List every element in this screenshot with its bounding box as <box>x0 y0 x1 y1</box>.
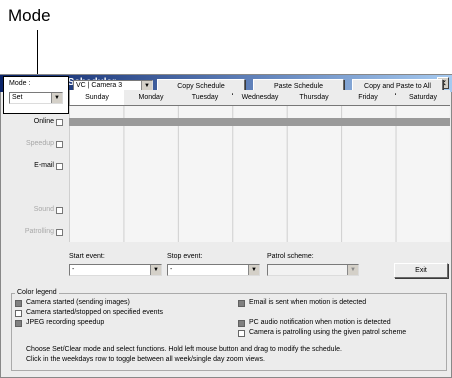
tab-wednesday[interactable]: Wednesday <box>233 90 287 105</box>
help-text-line1: Choose Set/Clear mode and select functio… <box>26 346 342 353</box>
patrol-scheme-select[interactable]: ▼ <box>267 264 359 276</box>
legend-swatch-patrolling <box>238 330 245 337</box>
start-event-label: Start event: <box>69 253 105 260</box>
stop-event-label: Stop event: <box>167 253 203 260</box>
mode-select-value: Set <box>12 94 23 101</box>
online-schedule-bar[interactable] <box>69 118 450 126</box>
camera-select-value: VC | Camera 3 <box>76 82 123 89</box>
legend-swatch-camera-events <box>15 310 22 317</box>
chevron-down-icon[interactable]: ▼ <box>51 93 62 103</box>
color-legend-title: Color legend <box>15 289 59 296</box>
tab-tuesday[interactable]: Tuesday <box>178 90 232 105</box>
patrolling-checkbox[interactable] <box>56 229 63 236</box>
tab-friday[interactable]: Friday <box>341 90 395 105</box>
row-label-patrolling: Patrolling <box>24 228 54 235</box>
tab-saturday[interactable]: Saturday <box>396 90 450 105</box>
start-event-value: - <box>72 266 75 273</box>
patrol-scheme-label: Patrol scheme: <box>267 253 314 260</box>
legend-text: PC audio notification when motion is det… <box>249 319 391 326</box>
row-label-speedup: Speedup <box>25 140 54 147</box>
legend-text: Camera is patrolling using the given pat… <box>249 329 407 336</box>
chevron-down-icon[interactable]: ▼ <box>347 265 358 275</box>
legend-swatch-pc-audio <box>238 320 245 327</box>
stop-event-select[interactable]: - ▼ <box>167 264 260 276</box>
legend-swatch-jpeg-speedup <box>15 320 22 327</box>
stop-event-value: - <box>170 266 173 273</box>
legend-swatch-camera-started <box>15 300 22 307</box>
tab-thursday[interactable]: Thursday <box>287 90 341 105</box>
chevron-down-icon[interactable]: ▼ <box>150 265 161 275</box>
help-text-line2: Click in the weekdays row to toggle betw… <box>26 356 265 363</box>
speedup-checkbox[interactable] <box>56 141 63 148</box>
mode-label: Mode : <box>9 80 31 87</box>
legend-text: Camera started (sending images) <box>26 299 130 306</box>
legend-text: JPEG recording speedup <box>26 319 105 326</box>
tab-sunday[interactable]: Sunday <box>69 90 125 105</box>
start-event-select[interactable]: - ▼ <box>69 264 162 276</box>
online-checkbox[interactable] <box>56 119 63 126</box>
legend-text: Email is sent when motion is detected <box>249 299 367 306</box>
mode-callout-label: Mode <box>8 6 51 25</box>
mode-select[interactable]: Set ▼ <box>9 92 63 104</box>
legend-text: Camera started/stopped on specified even… <box>26 309 163 316</box>
tab-monday[interactable]: Monday <box>124 90 178 105</box>
sound-checkbox[interactable] <box>56 207 63 214</box>
row-label-online: Online <box>33 118 54 125</box>
row-label-sound: Sound <box>33 206 54 213</box>
email-checkbox[interactable] <box>56 163 63 170</box>
mode-callout-line <box>37 30 38 76</box>
row-label-email: E-mail <box>34 162 54 169</box>
legend-swatch-email <box>238 300 245 307</box>
chevron-down-icon[interactable]: ▼ <box>248 265 259 275</box>
exit-button[interactable]: Exit <box>394 263 448 278</box>
